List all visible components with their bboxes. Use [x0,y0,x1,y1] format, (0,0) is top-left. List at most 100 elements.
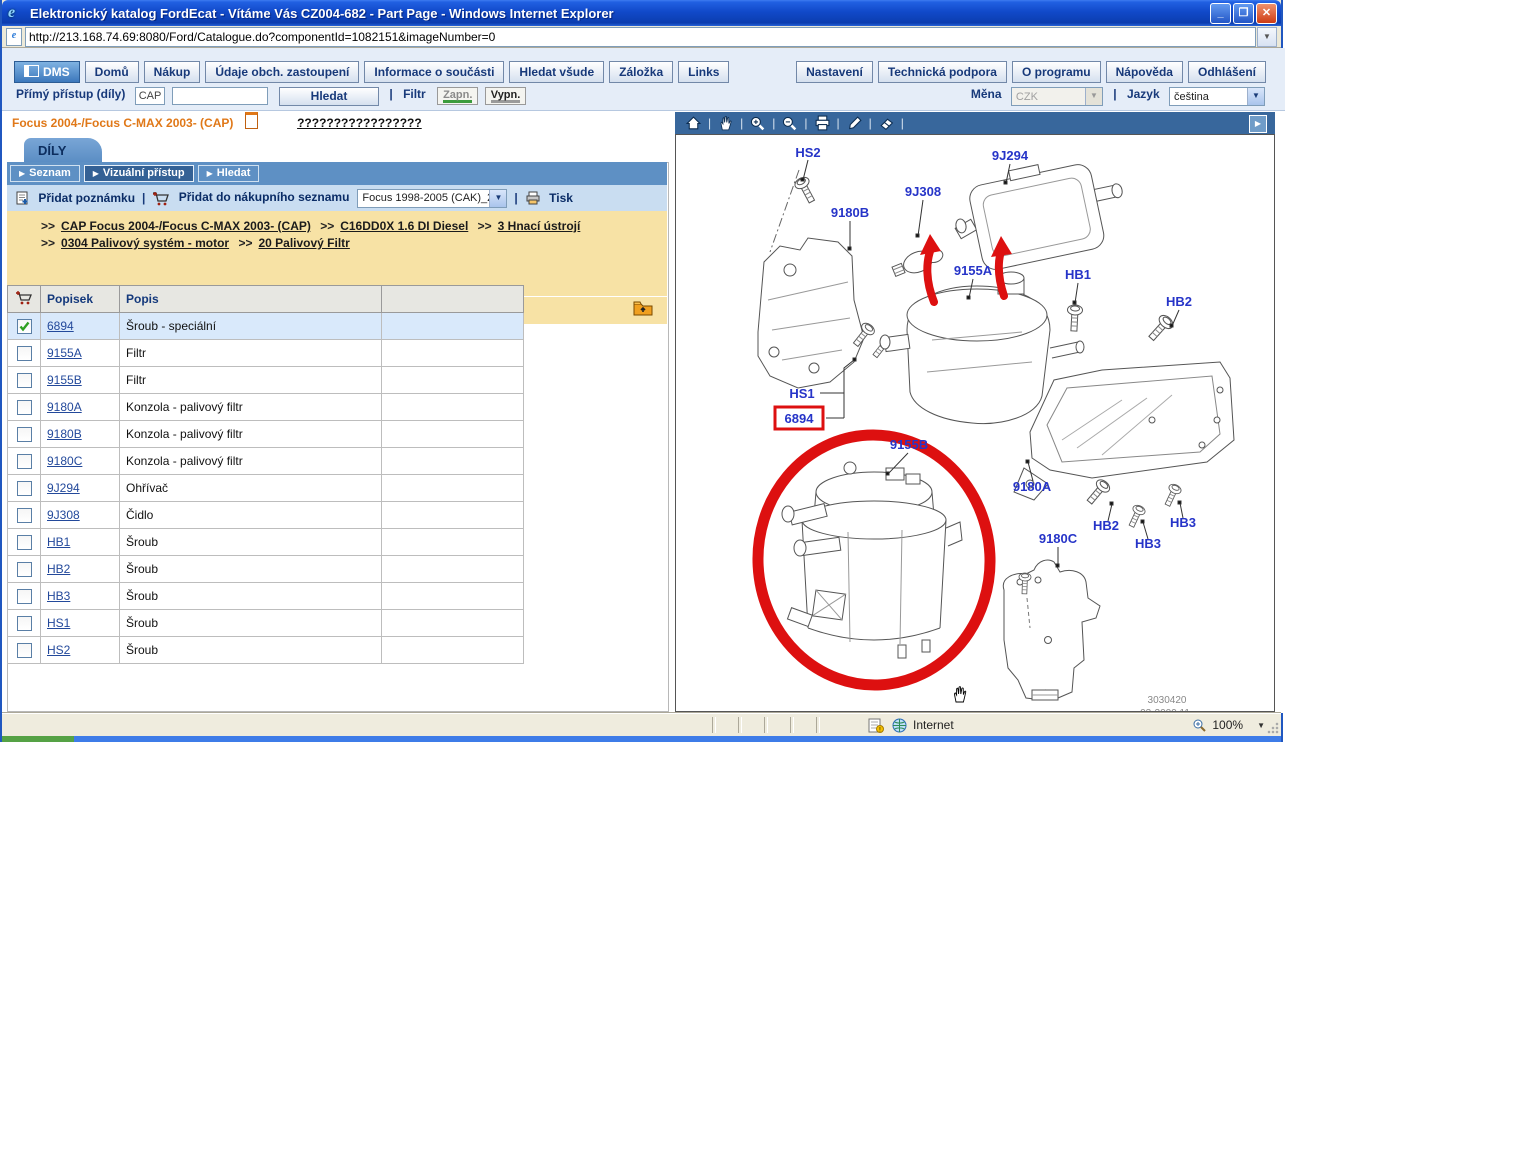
diagram-part-label[interactable]: 9180B [831,205,869,220]
part-code-link[interactable]: 9155B [47,373,82,387]
part-code-link[interactable]: 9180C [47,454,82,468]
unknown-link[interactable]: ????????????????? [297,116,422,130]
filter-off-button[interactable]: Vypn. [485,87,527,105]
part-search-input[interactable] [172,87,268,105]
breadcrumb-link[interactable]: 3 Hnací ústrojí [498,219,581,233]
language-select[interactable]: čeština ▼ [1169,87,1265,106]
part-drawing-9180c[interactable] [1003,560,1100,700]
nav-tab-nastaven[interactable]: Nastavení [796,61,873,83]
minimize-button[interactable]: _ [1210,3,1231,24]
row-checkbox[interactable] [17,616,32,631]
part-code-link[interactable]: HB3 [47,589,70,603]
restore-button[interactable]: ❐ [1233,3,1254,24]
diagram-part-label[interactable]: HB3 [1170,515,1196,530]
eraser-icon[interactable] [878,115,895,132]
diagram-part-label[interactable]: 9180C [1039,531,1078,546]
zoom-control[interactable]: 100% ▼ [1192,718,1265,733]
next-image-button[interactable]: ▶ [1249,115,1267,133]
chevron-down-icon[interactable]: ▼ [489,190,506,207]
part-drawing-hs2[interactable] [793,175,818,205]
nav-tab-daje-obch-zastoupen[interactable]: Údaje obch. zastoupení [205,61,359,83]
part-code-link[interactable]: HB1 [47,535,70,549]
subtab-hledat[interactable]: ▶Hledat [198,165,260,182]
nav-tab-z-lo-ka[interactable]: Záložka [609,61,673,83]
diagram-part-label[interactable]: 9155A [954,263,993,278]
nav-tab-n-pov-da[interactable]: Nápověda [1106,61,1183,83]
nav-tab-hledat-v-ude[interactable]: Hledat všude [509,61,604,83]
diagram-part-label[interactable]: HS2 [795,145,820,160]
diagram-part-label[interactable]: 6894 [785,411,815,426]
breadcrumb-link[interactable]: CAP Focus 2004-/Focus C-MAX 2003- (CAP) [61,219,311,233]
nav-tab-n-kup[interactable]: Nákup [144,61,201,83]
subtab-seznam[interactable]: ▶Seznam [10,165,80,182]
parts-diagram[interactable]: HS2 9J294 9J308 9180B 9155A HB1 HB2 HS1 6894 9155… [675,134,1275,712]
part-drawing-hb2-lower[interactable] [1084,477,1112,507]
nav-tab-o-programu[interactable]: O programu [1012,61,1101,83]
url-dropdown-arrow-icon[interactable]: ▼ [1257,27,1277,47]
diagram-part-label[interactable]: HS1 [789,386,814,401]
part-code-link[interactable]: HS2 [47,643,70,657]
row-checkbox[interactable] [17,481,32,496]
row-checkbox[interactable] [17,373,32,388]
part-drawing-9155b[interactable] [782,462,962,658]
folder-up-button[interactable] [633,300,653,319]
add-to-shopping-list-button[interactable]: Přidat do nákupního seznamu [152,190,349,205]
diagram-part-label[interactable]: 9180A [1013,479,1052,494]
row-checkbox[interactable] [17,346,32,361]
pan-hand-icon[interactable] [717,115,734,132]
diagram-part-label[interactable]: 9J294 [992,148,1029,163]
home-icon[interactable] [685,115,702,132]
resize-grip[interactable] [1266,721,1279,734]
row-checkbox[interactable] [17,643,32,658]
print-button[interactable]: Tisk [525,191,573,206]
zoom-dropdown-arrow-icon[interactable]: ▼ [1257,721,1265,730]
print-diagram-icon[interactable] [814,115,831,132]
row-checkbox[interactable] [17,427,32,442]
part-code-link[interactable]: 9J294 [47,481,80,495]
chevron-down-icon[interactable]: ▼ [1247,88,1264,105]
breadcrumb-link[interactable]: 0304 Palivový systém - motor [61,236,229,250]
diagram-part-label[interactable]: 9155B [890,437,928,452]
part-code-link[interactable]: 9180B [47,427,82,441]
part-code-link[interactable]: HB2 [47,562,70,576]
filter-on-button[interactable]: Zapn. [437,87,478,105]
search-button[interactable]: Hledat [279,87,379,106]
nav-tab-dms[interactable]: DMS [14,61,80,83]
diagram-part-label[interactable]: HB1 [1065,267,1091,282]
part-code-link[interactable]: 9J308 [47,508,80,522]
row-checkbox[interactable] [17,400,32,415]
document-icon[interactable] [245,112,258,129]
nav-tab-odhl-en[interactable]: Odhlášení [1188,61,1266,83]
row-checkbox[interactable] [17,454,32,469]
add-note-button[interactable]: Přidat poznámku [15,191,135,206]
diagram-part-label[interactable]: 9J308 [905,184,941,199]
row-checkbox[interactable] [17,508,32,523]
row-checkbox[interactable] [17,589,32,604]
breadcrumb-link[interactable]: C16DD0X 1.6 DI Diesel [340,219,468,233]
breadcrumb-link[interactable]: 20 Palivový Filtr [258,236,349,250]
part-drawing-9j294[interactable] [946,149,1133,277]
row-checkbox[interactable] [17,319,32,334]
url-input[interactable]: http://213.168.74.69:8080/Ford/Catalogue… [25,27,1256,47]
subtab-vizu-ln-p-stup[interactable]: ▶Vizuální přístup [84,165,194,182]
part-drawing-9180b[interactable] [758,238,864,388]
part-drawing-hb1[interactable] [1066,305,1082,332]
part-code-link[interactable]: HS1 [47,616,70,630]
part-code-link[interactable]: 9180A [47,400,82,414]
nav-tab-links[interactable]: Links [678,61,729,83]
tab-dily[interactable]: DÍLY [24,138,102,162]
pencil-icon[interactable] [846,115,863,132]
part-code-link[interactable]: 9155A [47,346,82,360]
zoom-in-icon[interactable] [749,115,766,132]
nav-tab-informace-o-sou-sti[interactable]: Informace o součásti [364,61,504,83]
diagram-part-label[interactable]: HB2 [1166,294,1192,309]
row-checkbox[interactable] [17,535,32,550]
part-code-link[interactable]: 6894 [47,319,74,333]
nav-tab-technick-podpora[interactable]: Technická podpora [878,61,1007,83]
nav-tab-dom[interactable]: Domů [85,61,139,83]
close-button[interactable]: ✕ [1256,3,1277,24]
diagram-part-label[interactable]: HB2 [1093,518,1119,533]
diagram-part-label[interactable]: HB3 [1135,536,1161,551]
part-drawing-hb2[interactable] [1145,313,1175,344]
shopping-list-select[interactable]: Focus 1998-2005 (CAK)_2 ▼ [357,189,507,208]
